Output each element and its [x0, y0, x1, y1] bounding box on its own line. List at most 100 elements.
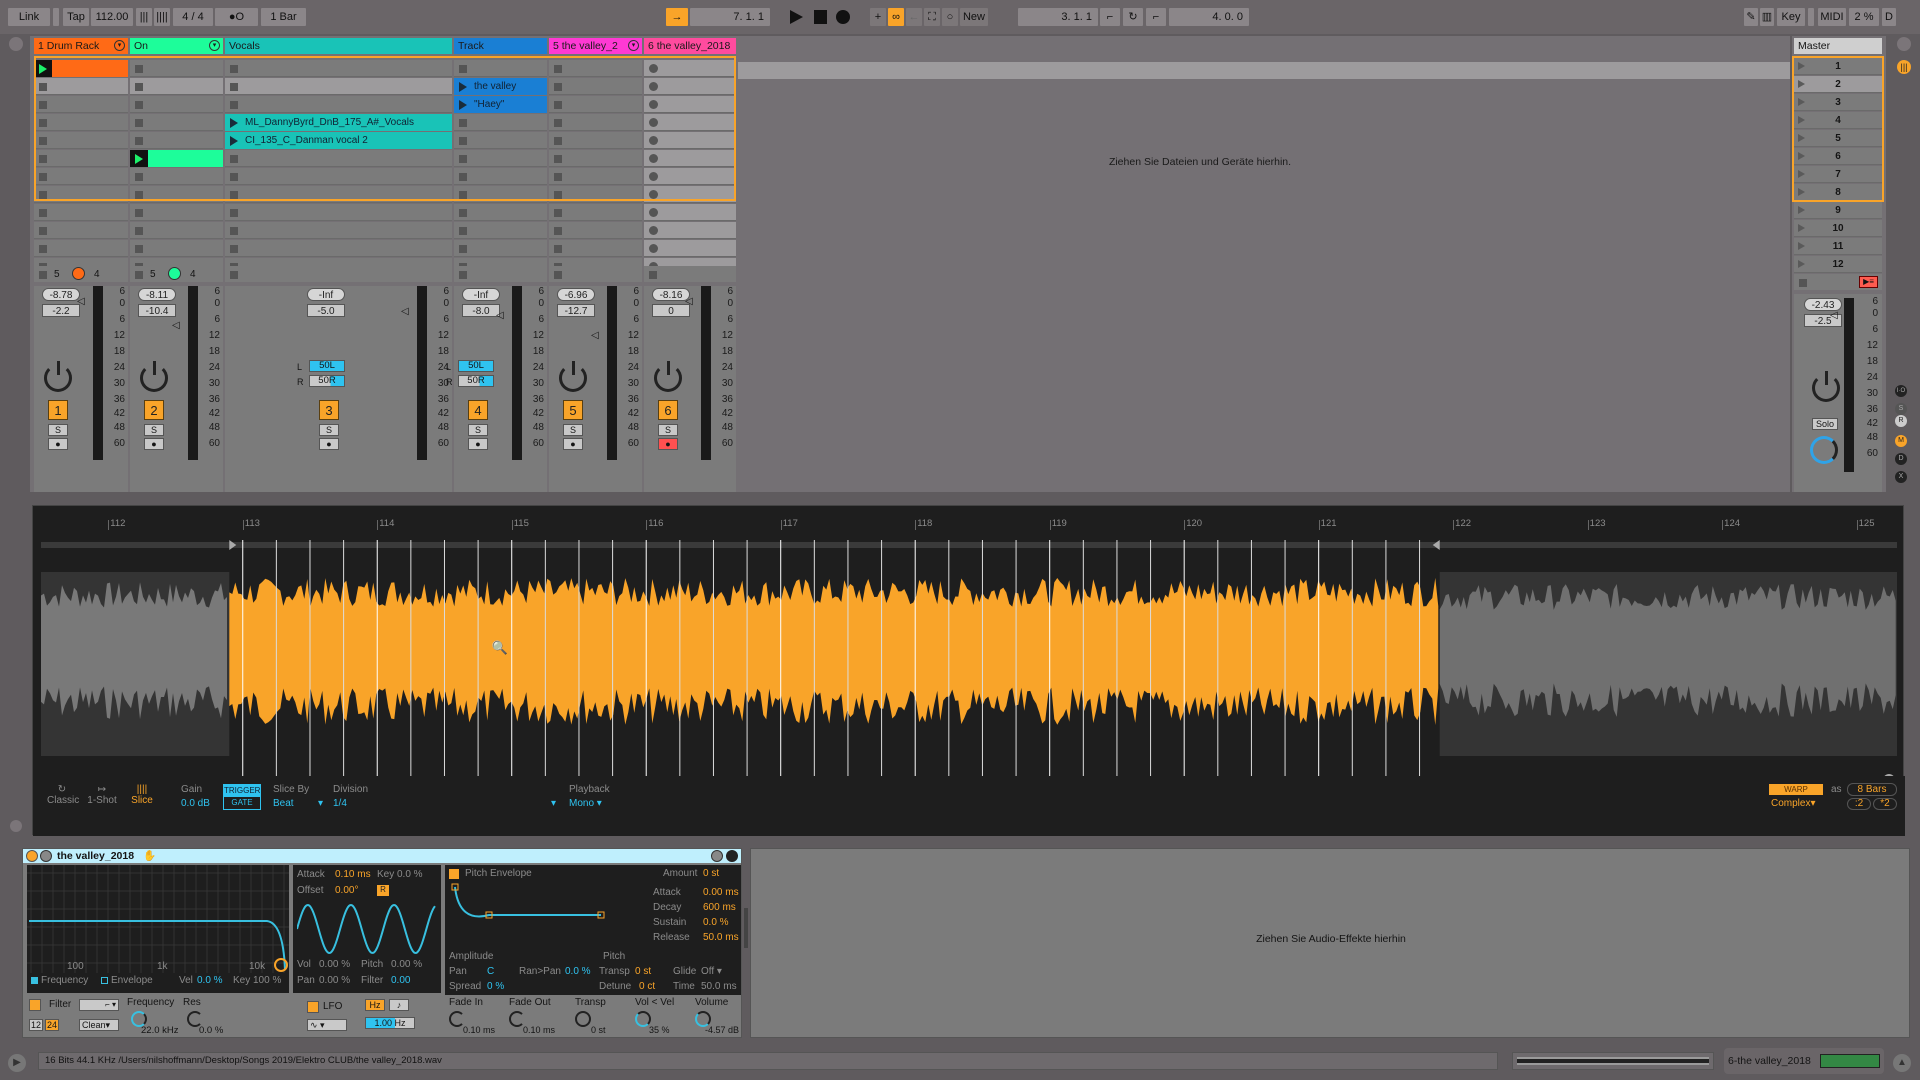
clip-launch-icon[interactable]: [230, 136, 238, 146]
env-decay-value[interactable]: 600 ms: [703, 902, 736, 913]
track-activator-button[interactable]: 1: [48, 400, 68, 420]
clip[interactable]: [34, 60, 128, 77]
device-settings-icon[interactable]: [711, 850, 723, 862]
track-activator-button[interactable]: 5: [563, 400, 583, 420]
clip-stop-icon[interactable]: [135, 119, 143, 127]
scene-play-icon[interactable]: [1798, 98, 1805, 106]
solo-button[interactable]: S: [658, 424, 678, 436]
clip[interactable]: "Haey": [454, 96, 547, 113]
volume-fader-handle[interactable]: ◁: [77, 296, 85, 307]
clip-stop-icon[interactable]: [39, 83, 47, 91]
lfo-shape-menu[interactable]: ∿ ▾: [307, 1019, 347, 1031]
envelope-tab-icon[interactable]: [101, 977, 108, 984]
scene-play-icon[interactable]: [1798, 134, 1805, 142]
quantize-menu[interactable]: 1 Bar: [261, 8, 306, 26]
clip[interactable]: the valley: [454, 78, 547, 95]
scene-launch-1[interactable]: 1: [1794, 58, 1882, 75]
clip-slot[interactable]: [130, 168, 223, 185]
record-arm-slot-icon[interactable]: [649, 118, 658, 127]
clip-stop-icon[interactable]: [39, 209, 47, 217]
midi-map-button[interactable]: MIDI: [1818, 8, 1846, 26]
scene-play-icon[interactable]: [1798, 80, 1805, 88]
clip-slot[interactable]: [549, 78, 642, 95]
new-button[interactable]: New: [960, 8, 988, 26]
clip-slot[interactable]: [225, 78, 452, 95]
slice-mode-button[interactable]: |||| Slice: [129, 784, 155, 806]
volume-field[interactable]: -2.2: [42, 304, 80, 317]
scene-play-icon[interactable]: [1798, 62, 1805, 70]
overview-scrubber[interactable]: [1512, 1052, 1714, 1070]
fold-icon[interactable]: ▾: [209, 40, 220, 51]
solo-button[interactable]: S: [48, 424, 68, 436]
fold-icon[interactable]: ▾: [628, 40, 639, 51]
clip-stop-icon[interactable]: [230, 173, 238, 181]
clip-slot[interactable]: [644, 186, 736, 203]
clip-slot[interactable]: [225, 168, 452, 185]
gain-value[interactable]: 0.0 dB: [181, 798, 210, 809]
clip-slot[interactable]: [644, 114, 736, 131]
clip-stop-icon[interactable]: [230, 65, 238, 73]
clip-stop-icon[interactable]: [459, 227, 467, 235]
drum-rack-indicator-icon[interactable]: [72, 267, 85, 280]
device-resize-handle[interactable]: [744, 908, 748, 948]
clip-slot[interactable]: [130, 78, 223, 95]
filter-type-menu[interactable]: ⌐ ▾: [79, 999, 119, 1011]
record-arm-slot-icon[interactable]: [649, 226, 658, 235]
clip-slot[interactable]: [34, 240, 128, 257]
clip-stop-icon[interactable]: [39, 227, 47, 235]
stop-clips-icon[interactable]: [135, 271, 143, 279]
record-arm-slot-icon[interactable]: [649, 64, 658, 73]
scene-launch-7[interactable]: 7: [1794, 166, 1882, 183]
clip-stop-icon[interactable]: [459, 119, 467, 127]
pitch-envelope-graph[interactable]: [449, 883, 645, 951]
clip-slot[interactable]: [549, 132, 642, 149]
pan-value[interactable]: C: [487, 966, 494, 977]
solo-button[interactable]: S: [563, 424, 583, 436]
beat-ruler[interactable]: 112 113 114 115 116 117 118 119 120 121 122 123 124 1…: [41, 518, 1897, 532]
overdub-icon[interactable]: +: [870, 8, 886, 26]
record-arm-slot-icon[interactable]: [649, 208, 658, 217]
clip-slot[interactable]: [130, 60, 223, 77]
clip-stop-icon[interactable]: [135, 83, 143, 91]
time-value[interactable]: 50.0 ms: [701, 981, 737, 992]
clip-slot[interactable]: [549, 204, 642, 221]
clip-stop-icon[interactable]: [39, 137, 47, 145]
session-record-icon[interactable]: ○: [942, 8, 958, 26]
clip-stop-icon[interactable]: [459, 173, 467, 181]
mixer-toggle-icon[interactable]: M: [1895, 435, 1907, 447]
clip-slot[interactable]: [225, 204, 452, 221]
detail-toggle-icon[interactable]: [10, 820, 22, 832]
metronome-button[interactable]: ●O: [215, 8, 258, 26]
record-arm-slot-icon[interactable]: [649, 172, 658, 181]
clip-slot[interactable]: [34, 168, 128, 185]
key-value[interactable]: 100 %: [253, 975, 281, 986]
filter-circuit-menu[interactable]: Clean▾: [79, 1019, 119, 1031]
lfo-rate-field[interactable]: 1.00 Hz: [365, 1017, 415, 1029]
clip-slot[interactable]: [225, 222, 452, 239]
track-header[interactable]: 6 the valley_2018: [644, 38, 736, 54]
clip-stop-icon[interactable]: [135, 191, 143, 199]
clip-stop-icon[interactable]: [230, 83, 238, 91]
double-tempo-button[interactable]: *2: [1873, 798, 1897, 810]
sends-toggle-icon[interactable]: S: [1895, 403, 1907, 415]
record-arm-slot-icon[interactable]: [649, 136, 658, 145]
env-attack-value[interactable]: 0.00 ms: [703, 887, 739, 898]
draw-mode-icon[interactable]: ✎: [1744, 8, 1758, 26]
warp-bars-field[interactable]: 8 Bars: [1847, 783, 1897, 796]
trigger-option[interactable]: TRIGGER: [224, 785, 260, 797]
clip-slot[interactable]: [454, 114, 547, 131]
pan-left-field[interactable]: 50L: [458, 360, 494, 372]
solo-button[interactable]: S: [144, 424, 164, 436]
volume-field[interactable]: -5.0: [307, 304, 345, 317]
arm-button[interactable]: ●: [563, 438, 583, 450]
clip-stop-icon[interactable]: [230, 209, 238, 217]
clip-stop-icon[interactable]: [554, 137, 562, 145]
solo-button[interactable]: S: [468, 424, 488, 436]
clip-stop-icon[interactable]: [554, 101, 562, 109]
clip-slot[interactable]: [454, 132, 547, 149]
waveform-display[interactable]: 🔍: [41, 532, 1897, 776]
env-release-value[interactable]: 50.0 ms: [703, 932, 739, 943]
warp-mode-menu[interactable]: Complex▾: [1771, 798, 1816, 809]
record-icon[interactable]: [836, 10, 850, 24]
pan-right-field[interactable]: 50R: [309, 375, 345, 387]
